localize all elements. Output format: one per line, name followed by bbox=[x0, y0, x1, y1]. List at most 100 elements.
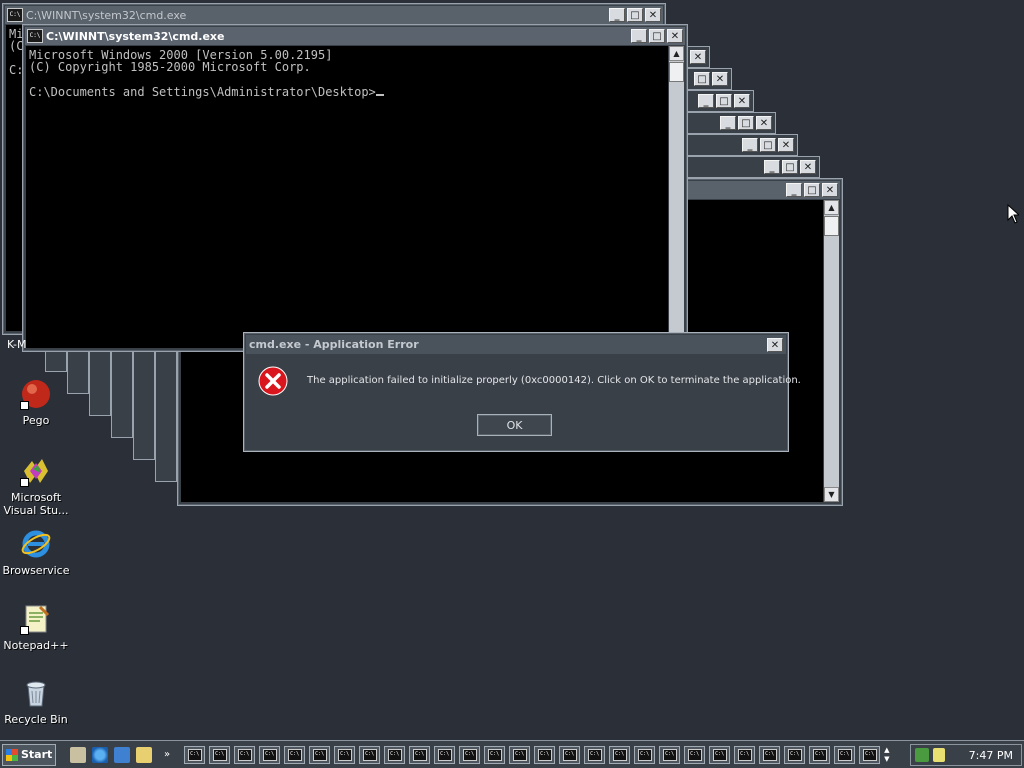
minimize-button[interactable]: _ bbox=[631, 29, 647, 43]
scroll-thumb[interactable] bbox=[824, 216, 839, 236]
cascaded-window-edge[interactable] bbox=[155, 348, 177, 482]
maximize-button[interactable]: □ bbox=[694, 72, 710, 86]
minimize-button[interactable]: _ bbox=[742, 138, 758, 152]
close-button[interactable]: ✕ bbox=[667, 29, 683, 43]
taskbar-button-cmd[interactable]: C:\ bbox=[609, 745, 631, 764]
minimize-button[interactable]: _ bbox=[609, 8, 625, 22]
taskbar-button-cmd[interactable]: C:\ bbox=[234, 745, 256, 764]
scroll-up-icon[interactable]: ▲ bbox=[669, 46, 684, 61]
scroll-thumb[interactable] bbox=[669, 62, 684, 82]
internet-explorer-icon[interactable] bbox=[92, 746, 108, 763]
taskbar-button-cmd[interactable]: C:\ bbox=[509, 745, 531, 764]
taskbar-button-cmd[interactable]: C:\ bbox=[584, 745, 606, 764]
cascaded-window-titlebar[interactable]: _ □ ✕ bbox=[686, 134, 798, 156]
close-button[interactable]: ✕ bbox=[712, 72, 728, 86]
console-area[interactable]: Microsoft Windows 2000 [Version 5.00.219… bbox=[26, 46, 668, 348]
taskbar-button-cmd[interactable]: C:\ bbox=[434, 745, 456, 764]
close-button[interactable]: ✕ bbox=[645, 8, 661, 22]
close-button[interactable]: ✕ bbox=[690, 50, 706, 64]
cascaded-window-titlebar[interactable]: _ □ ✕ bbox=[686, 156, 820, 178]
show-desktop-icon[interactable] bbox=[70, 746, 86, 763]
taskbar-button-cmd[interactable]: C:\ bbox=[534, 745, 556, 764]
close-button[interactable]: ✕ bbox=[756, 116, 772, 130]
cascaded-window-titlebar[interactable]: □ ✕ bbox=[686, 68, 732, 90]
desktop-icon-pego[interactable]: Pego bbox=[0, 378, 72, 427]
taskbar-button-cmd[interactable]: C:\ bbox=[559, 745, 581, 764]
close-button[interactable]: ✕ bbox=[800, 160, 816, 174]
close-button[interactable]: ✕ bbox=[778, 138, 794, 152]
cascaded-window-edge[interactable] bbox=[133, 348, 155, 460]
taskbar-scroll[interactable]: ▲ ▼ bbox=[884, 746, 889, 764]
vertical-scrollbar[interactable]: ▲ ▼ bbox=[824, 200, 839, 502]
taskbar-button-cmd[interactable]: C:\ bbox=[384, 745, 406, 764]
chevron-icon[interactable]: » bbox=[164, 749, 170, 760]
clock[interactable]: 7:47 PM bbox=[969, 749, 1013, 762]
scroll-up-icon[interactable]: ▲ bbox=[884, 746, 889, 755]
scroll-up-icon[interactable]: ▲ bbox=[824, 200, 839, 215]
ok-button[interactable]: OK bbox=[477, 414, 552, 436]
desktop-icon-notepad-plus-plus[interactable]: Notepad++ bbox=[0, 603, 72, 652]
search-icon[interactable] bbox=[136, 746, 152, 763]
taskbar-button-cmd[interactable]: C:\ bbox=[484, 745, 506, 764]
maximize-button[interactable]: □ bbox=[649, 29, 665, 43]
cascaded-window-edge[interactable] bbox=[89, 348, 111, 416]
taskbar-button-cmd[interactable]: C:\ bbox=[709, 745, 731, 764]
maximize-button[interactable]: □ bbox=[627, 8, 643, 22]
minimize-button[interactable]: _ bbox=[698, 94, 714, 108]
taskbar-button-cmd[interactable]: C:\ bbox=[659, 745, 681, 764]
taskbar-button-cmd[interactable]: C:\ bbox=[809, 745, 831, 764]
cmd-icon: C:\ bbox=[862, 748, 877, 761]
maximize-button[interactable]: □ bbox=[782, 160, 798, 174]
desktop-icon-label: Pego bbox=[22, 414, 50, 427]
cascaded-window-edge[interactable] bbox=[111, 348, 133, 438]
cmd-icon: C:\ bbox=[287, 748, 302, 761]
network-icon[interactable] bbox=[915, 748, 929, 762]
outlook-express-icon[interactable] bbox=[114, 746, 130, 763]
cmd-window-back-titlebar[interactable]: C:\ C:\WINNT\system32\cmd.exe _ □ ✕ bbox=[5, 6, 663, 24]
maximize-button[interactable]: □ bbox=[738, 116, 754, 130]
taskbar-button-cmd[interactable]: C:\ bbox=[359, 745, 381, 764]
dialog-titlebar[interactable]: cmd.exe - Application Error ✕ bbox=[246, 335, 786, 354]
vertical-scrollbar[interactable]: ▲ bbox=[669, 46, 684, 348]
cmd-icon: C:\ bbox=[512, 748, 527, 761]
taskbar-button-cmd[interactable]: C:\ bbox=[459, 745, 481, 764]
taskbar-button-cmd[interactable]: C:\ bbox=[634, 745, 656, 764]
taskbar-button-cmd[interactable]: C:\ bbox=[759, 745, 781, 764]
taskbar-button-cmd[interactable]: C:\ bbox=[259, 745, 281, 764]
cmd-window-front-titlebar[interactable]: C:\ C:\WINNT\system32\cmd.exe _ □ ✕ bbox=[25, 27, 685, 45]
taskbar-button-cmd[interactable]: C:\ bbox=[734, 745, 756, 764]
scroll-down-icon[interactable]: ▼ bbox=[884, 755, 889, 764]
maximize-button[interactable]: □ bbox=[716, 94, 732, 108]
taskbar-button-cmd[interactable]: C:\ bbox=[209, 745, 231, 764]
taskbar-button-cmd[interactable]: C:\ bbox=[309, 745, 331, 764]
taskbar-button-cmd[interactable]: C:\ bbox=[409, 745, 431, 764]
cmd-icon: C:\ bbox=[337, 748, 352, 761]
minimize-button[interactable]: _ bbox=[786, 183, 802, 197]
cascaded-window-titlebar[interactable]: ✕ bbox=[686, 46, 710, 68]
minimize-button[interactable]: _ bbox=[764, 160, 780, 174]
desktop-icon-visual-studio[interactable]: Microsoft Visual Stu... bbox=[0, 455, 72, 517]
scroll-down-icon[interactable]: ▼ bbox=[824, 487, 839, 502]
cascaded-window-titlebar[interactable]: _ □ ✕ bbox=[686, 90, 754, 112]
close-button[interactable]: ✕ bbox=[734, 94, 750, 108]
close-button[interactable]: ✕ bbox=[822, 183, 838, 197]
taskbar-button-cmd[interactable]: C:\ bbox=[284, 745, 306, 764]
cmd-window-front[interactable]: C:\ C:\WINNT\system32\cmd.exe _ □ ✕ Micr… bbox=[22, 24, 688, 352]
taskbar-button-cmd[interactable]: C:\ bbox=[834, 745, 856, 764]
maximize-button[interactable]: □ bbox=[760, 138, 776, 152]
taskbar-button-cmd[interactable]: C:\ bbox=[334, 745, 356, 764]
windows-logo-icon bbox=[6, 748, 18, 761]
taskbar-button-cmd[interactable]: C:\ bbox=[684, 745, 706, 764]
cascaded-window-titlebar[interactable]: _ □ ✕ bbox=[686, 112, 776, 134]
desktop-icon-recycle-bin[interactable]: Recycle Bin bbox=[0, 677, 72, 726]
maximize-button[interactable]: □ bbox=[804, 183, 820, 197]
taskbar-button-cmd[interactable]: C:\ bbox=[859, 745, 881, 764]
close-button[interactable]: ✕ bbox=[767, 337, 783, 352]
taskbar-button-cmd[interactable]: C:\ bbox=[184, 745, 206, 764]
minimize-button[interactable]: _ bbox=[720, 116, 736, 130]
desktop-icon-browservice[interactable]: Browservice bbox=[0, 528, 72, 577]
tray-app-icon[interactable] bbox=[933, 748, 945, 762]
start-button[interactable]: Start bbox=[2, 743, 56, 766]
taskbar-button-cmd[interactable]: C:\ bbox=[784, 745, 806, 764]
application-error-dialog[interactable]: cmd.exe - Application Error ✕ The applic… bbox=[243, 332, 801, 452]
